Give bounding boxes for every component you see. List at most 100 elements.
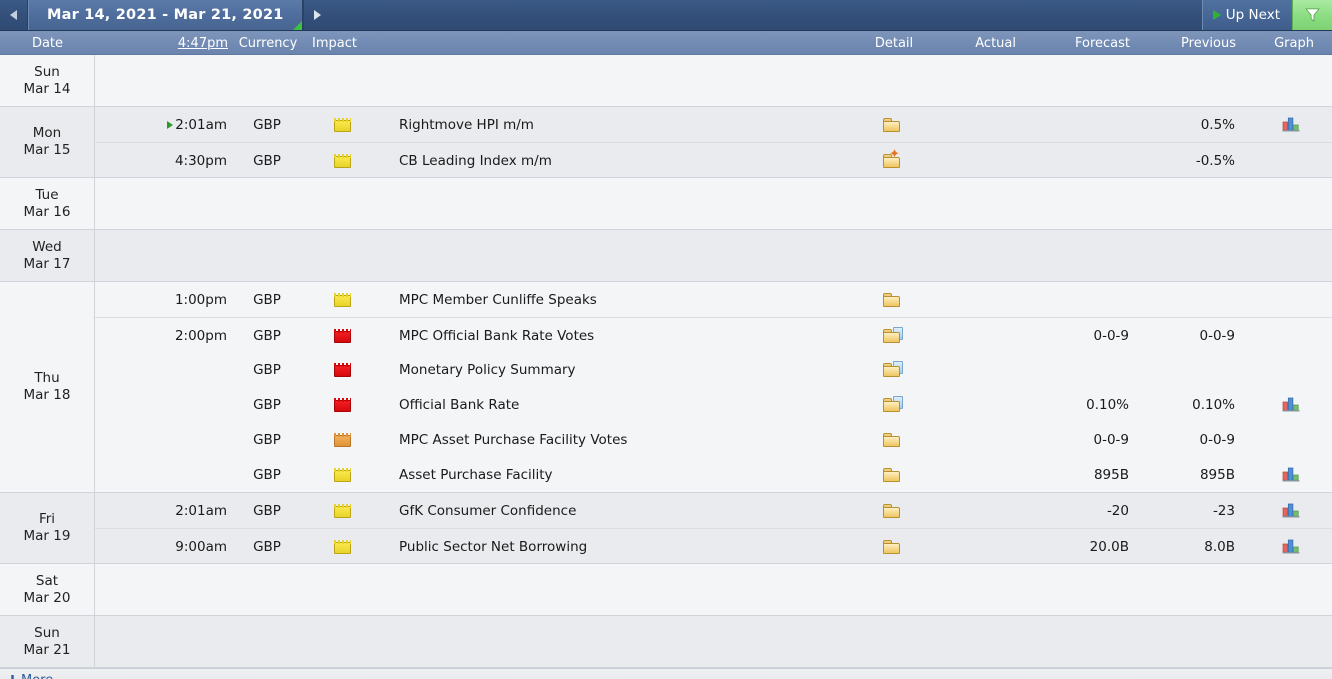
- folder-page-icon[interactable]: [883, 396, 903, 413]
- folder-icon[interactable]: [883, 538, 903, 555]
- folder-star-icon[interactable]: ✦: [883, 148, 903, 169]
- event-impact[interactable]: [311, 107, 373, 142]
- event-detail[interactable]: [865, 282, 921, 317]
- event-title[interactable]: Asset Purchase Facility: [399, 457, 553, 492]
- table-row[interactable]: GBP MPC Asset Purchase Facility Votes 0-0-…: [95, 422, 1332, 457]
- event-graph[interactable]: [1263, 282, 1319, 317]
- event-detail[interactable]: [865, 529, 921, 564]
- event-title[interactable]: MPC Official Bank Rate Votes: [399, 318, 594, 353]
- event-graph[interactable]: [1263, 493, 1319, 528]
- table-row[interactable]: 2:00pm GBP MPC Official Bank Rate Votes 0-0…: [95, 317, 1332, 352]
- table-row[interactable]: 4:30pm GBP CB Leading Index m/m ✦ -0.5%: [95, 142, 1332, 177]
- table-row[interactable]: 1:00pm GBP MPC Member Cunliffe Speaks: [95, 282, 1332, 317]
- event-graph[interactable]: [1263, 422, 1319, 457]
- event-currency: GBP: [253, 431, 281, 448]
- event-impact[interactable]: [311, 457, 373, 492]
- event-title[interactable]: GfK Consumer Confidence: [399, 493, 576, 528]
- event-detail[interactable]: [865, 387, 921, 422]
- graph-icon[interactable]: [1282, 539, 1300, 554]
- day-group: Sat Mar 20: [0, 564, 1332, 616]
- event-impact[interactable]: [311, 493, 373, 528]
- table-row[interactable]: GBP Official Bank Rate 0.10% 0.10%: [95, 387, 1332, 422]
- event-impact[interactable]: [311, 143, 373, 178]
- folder-icon[interactable]: [883, 116, 903, 133]
- column-header-previous: Previous: [1181, 35, 1236, 51]
- event-detail[interactable]: [865, 457, 921, 492]
- previous-week-button[interactable]: [0, 0, 28, 30]
- event-forecast: 895B: [1093, 466, 1129, 483]
- event-graph[interactable]: [1263, 387, 1319, 422]
- day-group: Thu Mar 18 1:00pm GBP MPC Member Cunliffe Sp…: [0, 282, 1332, 493]
- event-title[interactable]: Public Sector Net Borrowing: [399, 529, 587, 564]
- table-row[interactable]: GBP Asset Purchase Facility 895B 895B: [95, 457, 1332, 492]
- event-detail[interactable]: [865, 352, 921, 387]
- folder-icon[interactable]: [883, 502, 903, 519]
- column-header-date: Date: [31, 35, 64, 51]
- event-title[interactable]: Official Bank Rate: [399, 387, 519, 422]
- day-of-week-label: Sat: [35, 572, 59, 589]
- event-impact[interactable]: [311, 387, 373, 422]
- impact-high-icon: [333, 328, 351, 343]
- folder-page-icon[interactable]: [883, 327, 903, 344]
- event-detail[interactable]: [865, 493, 921, 528]
- day-event-rows: [95, 564, 1332, 615]
- event-detail[interactable]: [865, 318, 921, 353]
- table-row[interactable]: 2:01am GBP Rightmove HPI m/m 0.5%: [95, 107, 1332, 142]
- date-range-tab[interactable]: Mar 14, 2021 - Mar 21, 2021: [28, 0, 303, 30]
- event-graph[interactable]: [1263, 352, 1319, 387]
- up-next-button[interactable]: Up Next: [1201, 0, 1292, 30]
- event-impact[interactable]: [311, 282, 373, 317]
- filter-button[interactable]: [1292, 0, 1332, 30]
- next-week-button[interactable]: [302, 0, 331, 30]
- event-currency: GBP: [253, 291, 281, 308]
- event-graph[interactable]: [1263, 529, 1319, 564]
- folder-page-icon[interactable]: [883, 361, 903, 378]
- event-detail[interactable]: [865, 422, 921, 457]
- graph-icon[interactable]: [1282, 397, 1300, 412]
- event-time: [121, 352, 227, 387]
- event-impact[interactable]: [311, 422, 373, 457]
- table-row[interactable]: GBP Monetary Policy Summary: [95, 352, 1332, 387]
- empty-day-row: [95, 564, 1332, 615]
- event-currency: GBP: [253, 502, 281, 519]
- event-time-label: 2:01am: [175, 502, 227, 519]
- event-detail[interactable]: ✦: [865, 143, 921, 178]
- graph-icon[interactable]: [1282, 117, 1300, 132]
- day-cell: Mon Mar 15: [0, 107, 95, 177]
- event-detail[interactable]: [865, 107, 921, 142]
- graph-icon[interactable]: [1282, 503, 1300, 518]
- event-graph[interactable]: [1263, 318, 1319, 353]
- event-currency: GBP: [253, 361, 281, 378]
- event-time: 1:00pm: [121, 282, 227, 317]
- table-row[interactable]: 2:01am GBP GfK Consumer Confidence -20 -23: [95, 493, 1332, 528]
- event-impact[interactable]: [311, 529, 373, 564]
- triangle-left-icon: [10, 10, 17, 20]
- event-title[interactable]: MPC Asset Purchase Facility Votes: [399, 422, 627, 457]
- event-title[interactable]: CB Leading Index m/m: [399, 143, 552, 178]
- folder-icon[interactable]: [883, 431, 903, 448]
- folder-icon[interactable]: [883, 291, 903, 308]
- event-impact[interactable]: [311, 318, 373, 353]
- folder-icon[interactable]: [883, 466, 903, 483]
- event-currency: GBP: [253, 116, 281, 133]
- impact-high-icon: [333, 397, 351, 412]
- event-forecast: [1023, 352, 1129, 387]
- table-row[interactable]: 9:00am GBP Public Sector Net Borrowing 20.0…: [95, 528, 1332, 563]
- column-header-currency: Currency: [238, 35, 298, 51]
- graph-icon[interactable]: [1282, 467, 1300, 482]
- day-event-rows: [95, 616, 1332, 667]
- event-title[interactable]: Monetary Policy Summary: [399, 352, 576, 387]
- column-header-actual: Actual: [975, 35, 1016, 51]
- column-header-time[interactable]: 4:47pm: [122, 31, 228, 55]
- event-time: 4:30pm: [121, 143, 227, 178]
- day-cell: Thu Mar 18: [0, 282, 95, 492]
- day-of-week-label: Sun: [34, 63, 60, 80]
- event-title[interactable]: Rightmove HPI m/m: [399, 107, 534, 142]
- event-graph[interactable]: [1263, 107, 1319, 142]
- event-graph[interactable]: [1263, 457, 1319, 492]
- event-title[interactable]: MPC Member Cunliffe Speaks: [399, 282, 597, 317]
- event-impact[interactable]: [311, 352, 373, 387]
- more-link[interactable]: More: [21, 673, 53, 679]
- event-graph[interactable]: [1263, 143, 1319, 178]
